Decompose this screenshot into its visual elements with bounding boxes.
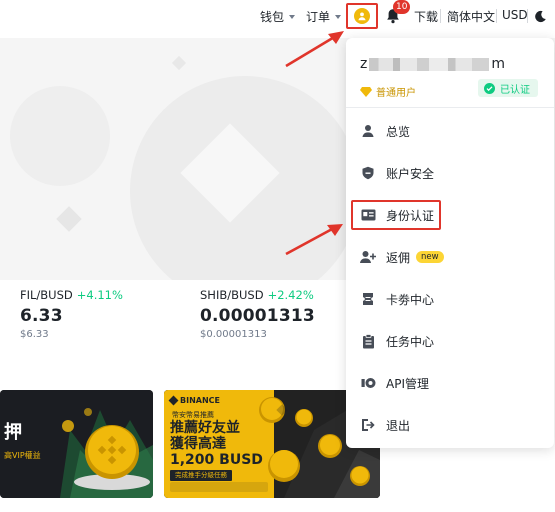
menu-item-referral[interactable]: 返佣 new <box>360 244 540 270</box>
currency-selector[interactable]: USD <box>502 8 528 22</box>
person-icon <box>360 123 376 139</box>
avatar-icon <box>354 8 370 24</box>
nav-divider <box>496 9 497 23</box>
menu-item-logout[interactable]: 退出 <box>360 412 540 438</box>
clipboard-icon <box>360 333 376 349</box>
banner-subtitle: 高VIP權益 <box>4 451 41 460</box>
wallet-menu[interactable]: 钱包 <box>260 8 296 25</box>
username-mask <box>369 57 490 71</box>
notification-count-badge: 10 <box>393 0 411 14</box>
menu-item-api-management[interactable]: API管理 <box>360 370 540 396</box>
annotation-arrow-icon <box>285 31 344 68</box>
username: zm <box>360 56 505 72</box>
binance-logo: BINANCE <box>168 395 220 406</box>
verified-badge: 已认证 <box>478 79 538 97</box>
download-label: 下载 <box>414 10 439 24</box>
nav-divider <box>527 9 528 23</box>
banner-subtitle: 幣安幣易推薦 <box>172 411 214 419</box>
moon-icon[interactable] <box>534 8 547 27</box>
decor-diamond <box>56 206 82 232</box>
chevron-down-icon <box>335 14 342 19</box>
currency-label: USD <box>502 8 528 22</box>
binance-logo-icon <box>168 395 179 406</box>
ticker-price: 6.33 <box>20 306 63 326</box>
ticker-change: +4.11% <box>76 288 123 302</box>
ticker-price: 0.00001313 <box>200 306 315 326</box>
top-nav-bar: 钱包 订单 10 下载 简体中文 USD <box>0 0 555 34</box>
shield-icon <box>360 165 376 181</box>
banner-cta: 完成推手分級任務 <box>170 470 232 481</box>
language-label: 简体中文 <box>447 10 496 24</box>
banner-artwork <box>0 390 153 498</box>
decor-circle <box>10 86 110 186</box>
user-avatar-button[interactable] <box>346 3 378 29</box>
orders-label: 订单 <box>306 10 331 24</box>
menu-divider <box>346 107 554 108</box>
ticket-icon <box>360 291 376 307</box>
page-root: 钱包 订单 10 下载 简体中文 USD FIL/BUSD +4.11% 6.3… <box>0 0 555 512</box>
nav-divider <box>440 9 441 23</box>
check-icon <box>484 82 495 94</box>
annotation-arrow-icon <box>285 224 343 256</box>
wallet-label: 钱包 <box>260 10 285 24</box>
user-dropdown-menu: zm 普通用户 已认证 总览 账户安全 身份认证 返佣 new 卡劵中心 任务中… <box>346 38 554 448</box>
ticker-card[interactable]: SHIB/BUSD +2.42% 0.00001313 $0.00001313 <box>200 288 315 340</box>
download-link[interactable]: 下载 <box>414 8 438 25</box>
highlight-box <box>351 200 441 230</box>
promo-banner[interactable]: 押 高VIP權益 <box>0 390 153 498</box>
menu-item-security[interactable]: 账户安全 <box>360 160 540 186</box>
add-user-icon <box>360 249 376 265</box>
orders-menu[interactable]: 订单 <box>306 8 342 25</box>
menu-item-coupon-center[interactable]: 卡劵中心 <box>360 286 540 312</box>
decor-diamond <box>171 55 187 71</box>
diamond-icon <box>360 86 372 97</box>
ticker-usd-value: $6.33 <box>20 329 49 340</box>
ticker-pair: FIL/BUSD +4.11% <box>20 288 123 302</box>
chevron-down-icon <box>289 14 296 19</box>
language-selector[interactable]: 简体中文 <box>447 8 495 25</box>
api-icon <box>360 375 376 391</box>
ticker-usd-value: $0.00001313 <box>200 329 267 340</box>
menu-item-overview[interactable]: 总览 <box>360 118 540 144</box>
logout-icon <box>360 417 376 433</box>
ticker-pair: SHIB/BUSD +2.42% <box>200 288 314 302</box>
user-level: 普通用户 <box>360 84 416 99</box>
ticker-card[interactable]: FIL/BUSD +4.11% 6.33 $6.33 <box>20 288 123 340</box>
ticker-change: +2.42% <box>267 288 314 302</box>
menu-item-task-center[interactable]: 任务中心 <box>360 328 540 354</box>
banner-headline: 推薦好友並 獲得高達 1,200 BUSD <box>170 420 263 468</box>
banner-title: 押 <box>4 422 22 443</box>
new-badge: new <box>416 251 444 263</box>
